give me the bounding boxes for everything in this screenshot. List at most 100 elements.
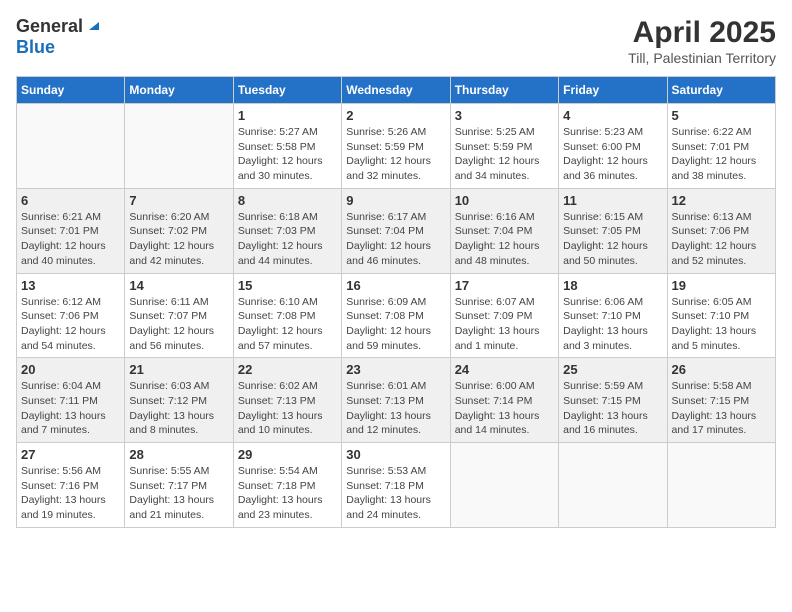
weekday-header-sunday: Sunday <box>17 77 125 104</box>
weekday-header-friday: Friday <box>559 77 667 104</box>
day-info: Sunrise: 6:13 AM Sunset: 7:06 PM Dayligh… <box>672 210 771 269</box>
day-info: Sunrise: 5:55 AM Sunset: 7:17 PM Dayligh… <box>129 464 228 523</box>
calendar-cell: 28 Sunrise: 5:55 AM Sunset: 7:17 PM Dayli… <box>125 443 233 528</box>
day-number: 9 <box>346 193 445 208</box>
day-number: 15 <box>238 278 337 293</box>
day-info: Sunrise: 6:21 AM Sunset: 7:01 PM Dayligh… <box>21 210 120 269</box>
day-number: 10 <box>455 193 554 208</box>
logo-general-text: General <box>16 16 83 37</box>
day-info: Sunrise: 5:58 AM Sunset: 7:15 PM Dayligh… <box>672 379 771 438</box>
day-number: 28 <box>129 447 228 462</box>
logo-blue-text: Blue <box>16 37 55 58</box>
calendar-cell: 3Sunrise: 5:25 AM Sunset: 5:59 PM Daylig… <box>450 104 558 189</box>
calendar-cell: 2Sunrise: 5:26 AM Sunset: 5:59 PM Daylig… <box>342 104 450 189</box>
calendar-cell: 23 Sunrise: 6:01 AM Sunset: 7:13 PM Dayli… <box>342 358 450 443</box>
calendar-cell: 18 Sunrise: 6:06 AM Sunset: 7:10 PM Dayli… <box>559 273 667 358</box>
week-row-5: 27Sunrise: 5:56 AM Sunset: 7:16 PM Dayli… <box>17 443 776 528</box>
day-number: 19 <box>672 278 771 293</box>
calendar-cell: 13 Sunrise: 6:12 AM Sunset: 7:06 PM Dayli… <box>17 273 125 358</box>
calendar-cell <box>125 104 233 189</box>
day-info: Sunrise: 5:27 AM Sunset: 5:58 PM Dayligh… <box>238 125 337 184</box>
day-number: 18 <box>563 278 662 293</box>
week-row-2: 6 Sunrise: 6:21 AM Sunset: 7:01 PM Daylig… <box>17 188 776 273</box>
day-info: Sunrise: 6:15 AM Sunset: 7:05 PM Dayligh… <box>563 210 662 269</box>
day-info: Sunrise: 6:16 AM Sunset: 7:04 PM Dayligh… <box>455 210 554 269</box>
calendar-cell: 22 Sunrise: 6:02 AM Sunset: 7:13 PM Dayli… <box>233 358 341 443</box>
calendar-cell: 9 Sunrise: 6:17 AM Sunset: 7:04 PM Daylig… <box>342 188 450 273</box>
calendar: SundayMondayTuesdayWednesdayThursdayFrid… <box>16 76 776 528</box>
day-number: 12 <box>672 193 771 208</box>
week-row-3: 13 Sunrise: 6:12 AM Sunset: 7:06 PM Dayli… <box>17 273 776 358</box>
day-info: Sunrise: 6:18 AM Sunset: 7:03 PM Dayligh… <box>238 210 337 269</box>
day-number: 30 <box>346 447 445 462</box>
calendar-cell: 16 Sunrise: 6:09 AM Sunset: 7:08 PM Dayli… <box>342 273 450 358</box>
calendar-cell <box>667 443 775 528</box>
day-number: 20 <box>21 362 120 377</box>
day-info: Sunrise: 5:56 AM Sunset: 7:16 PM Dayligh… <box>21 464 120 523</box>
day-info: Sunrise: 6:04 AM Sunset: 7:11 PM Dayligh… <box>21 379 120 438</box>
calendar-cell <box>559 443 667 528</box>
calendar-cell: 26 Sunrise: 5:58 AM Sunset: 7:15 PM Dayli… <box>667 358 775 443</box>
day-info: Sunrise: 6:20 AM Sunset: 7:02 PM Dayligh… <box>129 210 228 269</box>
day-info: Sunrise: 6:09 AM Sunset: 7:08 PM Dayligh… <box>346 295 445 354</box>
day-number: 22 <box>238 362 337 377</box>
weekday-header-wednesday: Wednesday <box>342 77 450 104</box>
day-number: 2 <box>346 108 445 123</box>
calendar-cell: 20 Sunrise: 6:04 AM Sunset: 7:11 PM Dayli… <box>17 358 125 443</box>
day-number: 14 <box>129 278 228 293</box>
calendar-cell: 21 Sunrise: 6:03 AM Sunset: 7:12 PM Dayli… <box>125 358 233 443</box>
day-info: Sunrise: 6:01 AM Sunset: 7:13 PM Dayligh… <box>346 379 445 438</box>
day-info: Sunrise: 6:03 AM Sunset: 7:12 PM Dayligh… <box>129 379 228 438</box>
day-number: 13 <box>21 278 120 293</box>
month-title: April 2025 <box>628 16 776 50</box>
title-area: April 2025 Till, Palestinian Territory <box>628 16 776 66</box>
day-number: 23 <box>346 362 445 377</box>
day-number: 26 <box>672 362 771 377</box>
calendar-cell: 29Sunrise: 5:54 AM Sunset: 7:18 PM Dayli… <box>233 443 341 528</box>
calendar-cell: 5 Sunrise: 6:22 AM Sunset: 7:01 PM Daylig… <box>667 104 775 189</box>
day-info: Sunrise: 6:12 AM Sunset: 7:06 PM Dayligh… <box>21 295 120 354</box>
calendar-cell: 30Sunrise: 5:53 AM Sunset: 7:18 PM Dayli… <box>342 443 450 528</box>
day-info: Sunrise: 5:59 AM Sunset: 7:15 PM Dayligh… <box>563 379 662 438</box>
day-number: 7 <box>129 193 228 208</box>
weekday-header-monday: Monday <box>125 77 233 104</box>
day-info: Sunrise: 6:06 AM Sunset: 7:10 PM Dayligh… <box>563 295 662 354</box>
day-number: 8 <box>238 193 337 208</box>
day-number: 3 <box>455 108 554 123</box>
weekday-header-saturday: Saturday <box>667 77 775 104</box>
calendar-cell: 8 Sunrise: 6:18 AM Sunset: 7:03 PM Daylig… <box>233 188 341 273</box>
day-info: Sunrise: 6:22 AM Sunset: 7:01 PM Dayligh… <box>672 125 771 184</box>
calendar-cell: 27Sunrise: 5:56 AM Sunset: 7:16 PM Dayli… <box>17 443 125 528</box>
weekday-header-tuesday: Tuesday <box>233 77 341 104</box>
week-row-1: 1 Sunrise: 5:27 AM Sunset: 5:58 PM Daylig… <box>17 104 776 189</box>
day-info: Sunrise: 6:07 AM Sunset: 7:09 PM Dayligh… <box>455 295 554 354</box>
day-number: 24 <box>455 362 554 377</box>
calendar-cell: 11Sunrise: 6:15 AM Sunset: 7:05 PM Dayli… <box>559 188 667 273</box>
day-number: 6 <box>21 193 120 208</box>
calendar-cell <box>17 104 125 189</box>
day-info: Sunrise: 6:05 AM Sunset: 7:10 PM Dayligh… <box>672 295 771 354</box>
calendar-cell: 15 Sunrise: 6:10 AM Sunset: 7:08 PM Dayli… <box>233 273 341 358</box>
day-info: Sunrise: 6:17 AM Sunset: 7:04 PM Dayligh… <box>346 210 445 269</box>
day-number: 1 <box>238 108 337 123</box>
weekday-header-thursday: Thursday <box>450 77 558 104</box>
day-number: 16 <box>346 278 445 293</box>
weekday-header-row: SundayMondayTuesdayWednesdayThursdayFrid… <box>17 77 776 104</box>
day-number: 29 <box>238 447 337 462</box>
calendar-cell: 6 Sunrise: 6:21 AM Sunset: 7:01 PM Daylig… <box>17 188 125 273</box>
day-number: 5 <box>672 108 771 123</box>
day-info: Sunrise: 6:10 AM Sunset: 7:08 PM Dayligh… <box>238 295 337 354</box>
day-number: 21 <box>129 362 228 377</box>
day-info: Sunrise: 6:02 AM Sunset: 7:13 PM Dayligh… <box>238 379 337 438</box>
calendar-cell: 24 Sunrise: 6:00 AM Sunset: 7:14 PM Dayli… <box>450 358 558 443</box>
header: General Blue April 2025 Till, Palestinia… <box>16 16 776 66</box>
day-number: 17 <box>455 278 554 293</box>
calendar-cell: 7 Sunrise: 6:20 AM Sunset: 7:02 PM Daylig… <box>125 188 233 273</box>
logo: General Blue <box>16 16 101 58</box>
location-title: Till, Palestinian Territory <box>628 50 776 66</box>
calendar-cell: 25 Sunrise: 5:59 AM Sunset: 7:15 PM Dayli… <box>559 358 667 443</box>
calendar-cell: 14Sunrise: 6:11 AM Sunset: 7:07 PM Dayli… <box>125 273 233 358</box>
day-info: Sunrise: 6:00 AM Sunset: 7:14 PM Dayligh… <box>455 379 554 438</box>
calendar-cell: 1 Sunrise: 5:27 AM Sunset: 5:58 PM Daylig… <box>233 104 341 189</box>
day-number: 25 <box>563 362 662 377</box>
